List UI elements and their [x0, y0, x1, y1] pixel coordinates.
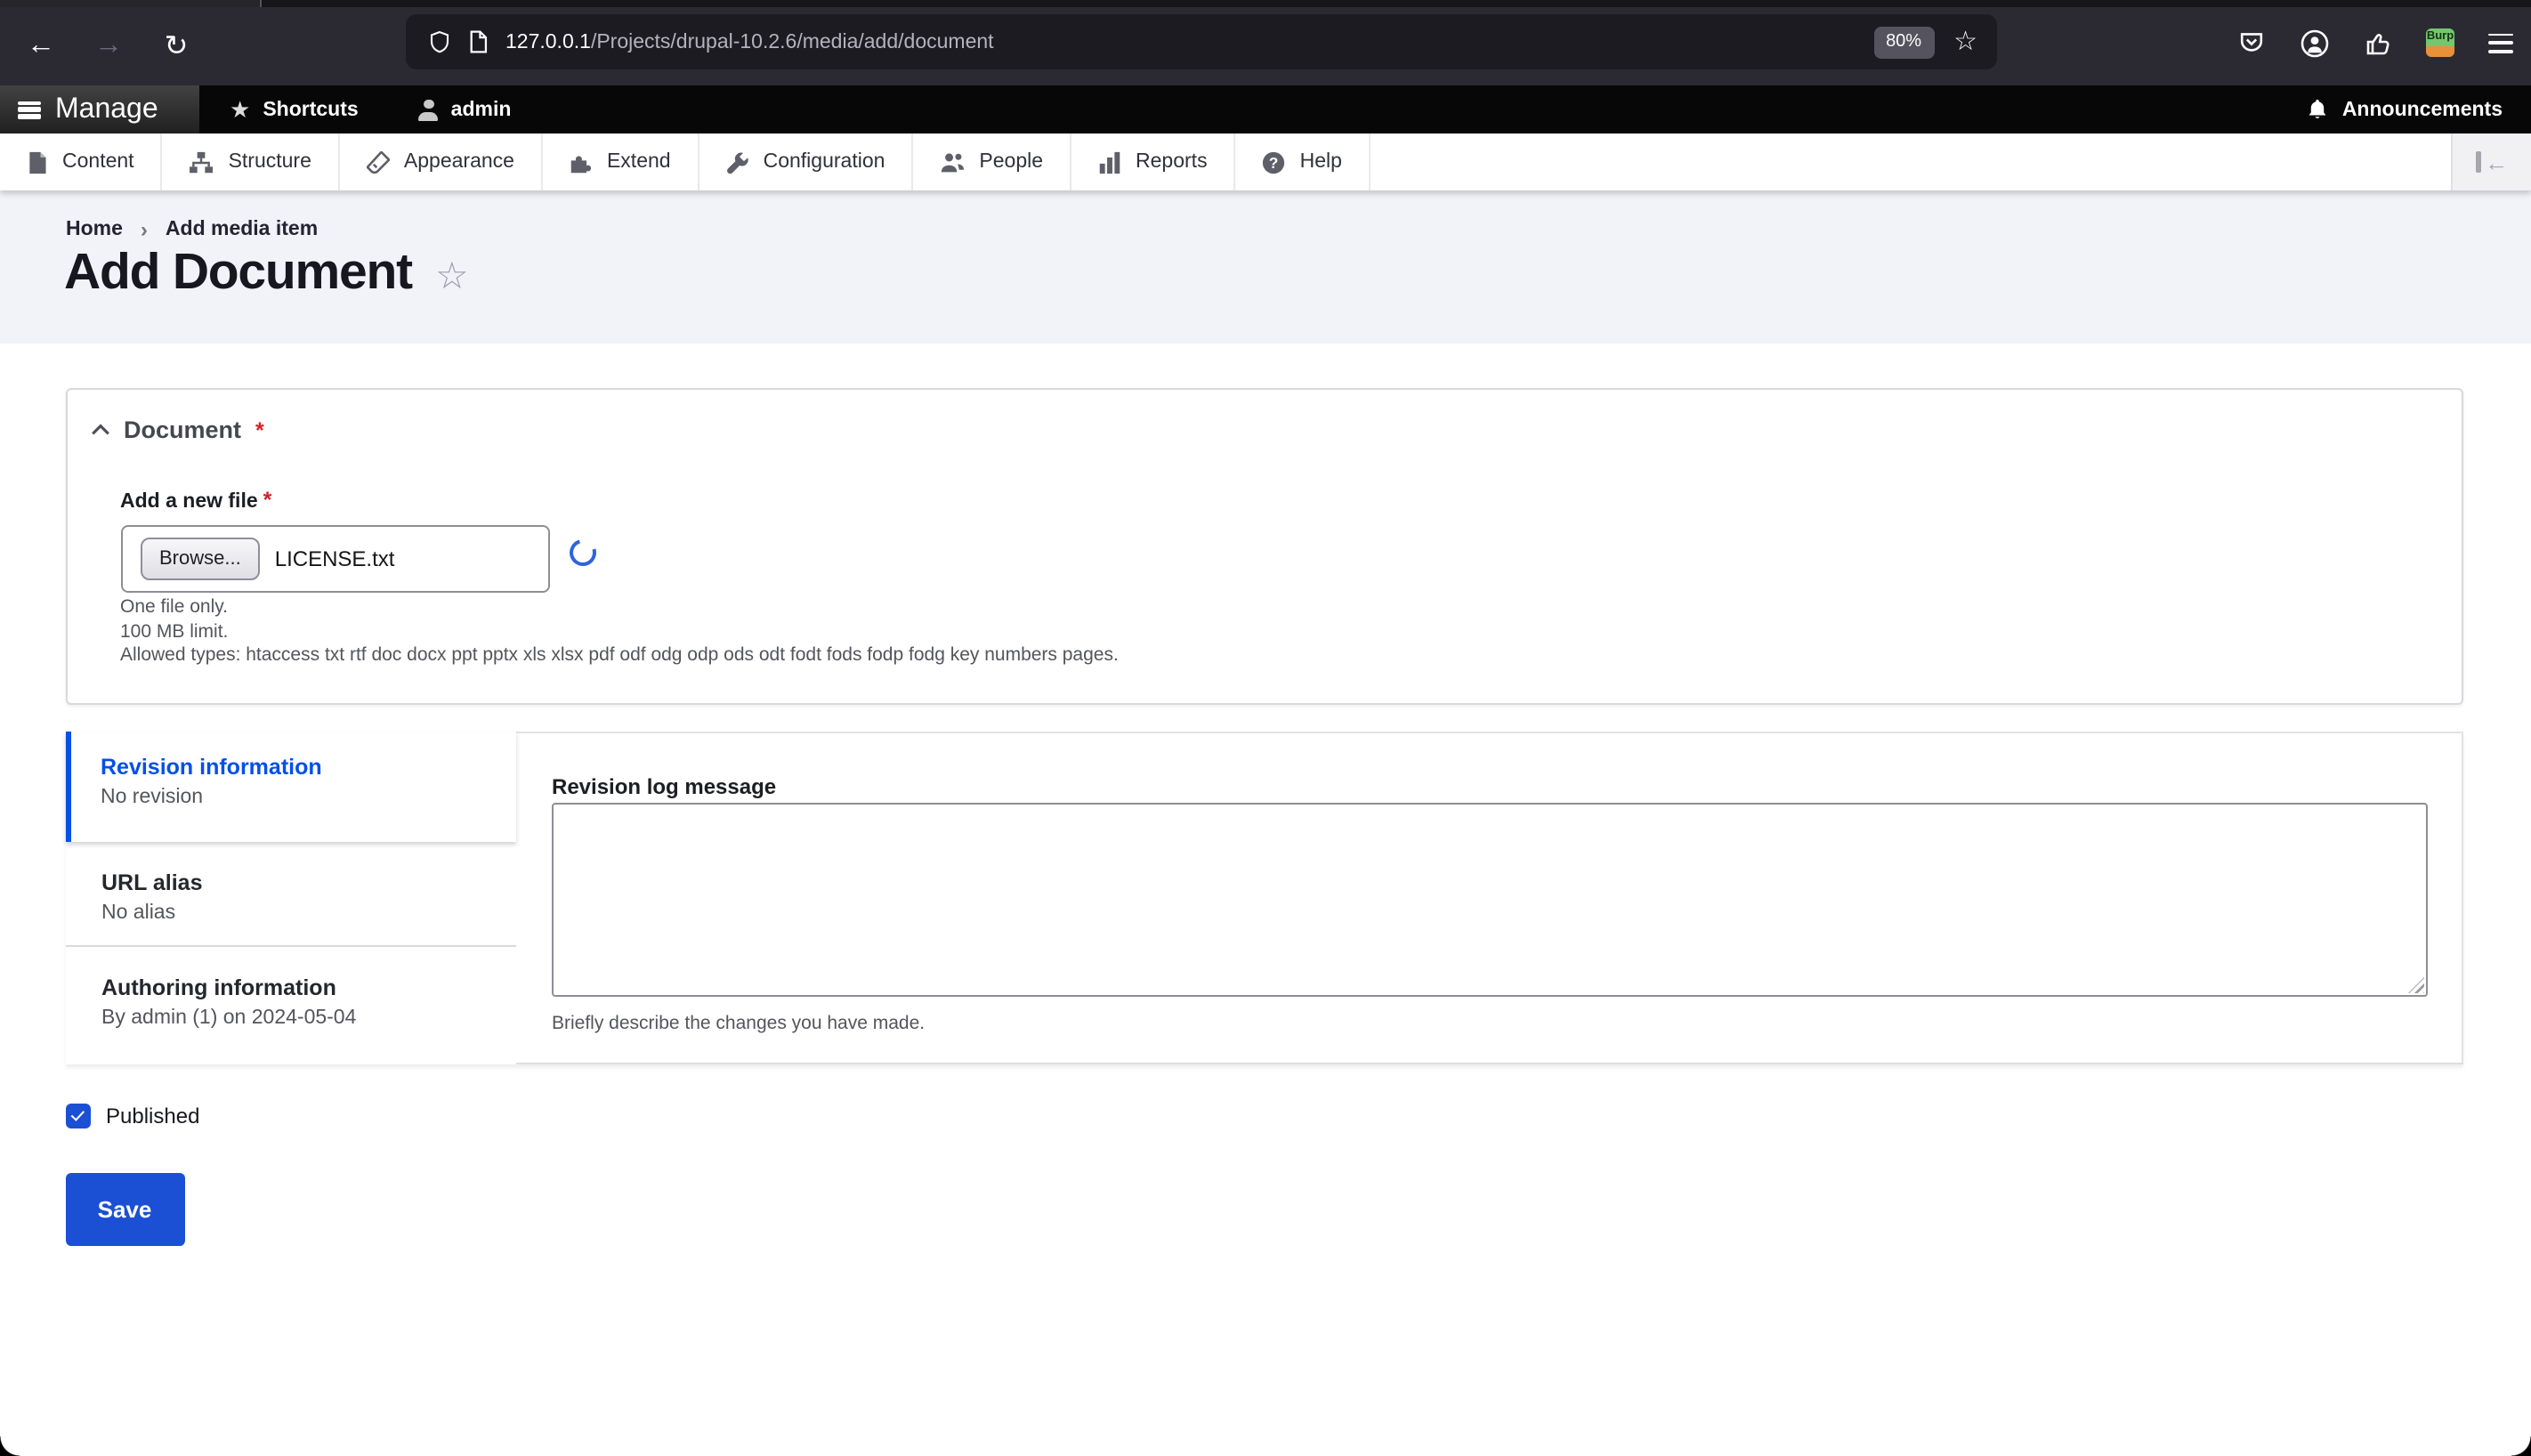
pocket-icon[interactable] — [2237, 28, 2266, 57]
admin-menu-bar: Content Structure Appearance Extend Conf… — [0, 133, 2531, 190]
extension-icon[interactable] — [2364, 28, 2392, 57]
menu-item-reports[interactable]: Reports — [1071, 133, 1236, 190]
bell-icon — [2309, 99, 2326, 118]
tab-revision-information[interactable]: Revision information No revision — [65, 732, 516, 842]
content-icon — [29, 150, 46, 174]
bookmark-star-icon[interactable]: ☆ — [1953, 28, 1977, 55]
save-button[interactable]: Save — [65, 1173, 184, 1246]
revision-pane: Revision log message Briefly describe th… — [516, 732, 2463, 1063]
menu-item-extend[interactable]: Extend — [543, 133, 699, 190]
help-icon: ? — [1263, 150, 1285, 174]
menu-item-help[interactable]: ? Help — [1236, 133, 1371, 190]
document-fieldset: Document * Add a new file * Browse... LIC… — [65, 388, 2462, 705]
back-icon: ← — [27, 30, 55, 61]
page-icon — [470, 30, 488, 53]
toolbar-item-announcements[interactable]: Announcements — [2278, 85, 2531, 133]
browser-window: ← → ↻ 127.0.0.1/Projects/drupal-10.2.6/m… — [0, 0, 2531, 1456]
published-label: Published — [106, 1104, 200, 1128]
page-header: Home › Add media item Add Document ☆ — [0, 190, 2531, 344]
file-upload-field[interactable]: Browse... LICENSE.txt — [120, 525, 549, 593]
hint-size-limit: 100 MB limit. — [120, 620, 229, 643]
revision-log-textarea[interactable] — [552, 803, 2428, 997]
reload-button[interactable]: ↻ — [150, 20, 203, 73]
tab-summary: No revision — [101, 787, 204, 808]
manage-label: Manage — [55, 93, 158, 124]
screenshot: ← → ↻ 127.0.0.1/Projects/drupal-10.2.6/m… — [0, 0, 2531, 1456]
menu-icon[interactable] — [2488, 33, 2513, 53]
menu-item-content[interactable]: Content — [0, 133, 163, 190]
extend-icon — [570, 155, 592, 173]
active-tab-edge — [0, 0, 262, 7]
url-bar[interactable]: 127.0.0.1/Projects/drupal-10.2.6/media/a… — [406, 14, 1997, 69]
browser-toolbar: ← → ↻ 127.0.0.1/Projects/drupal-10.2.6/m… — [0, 0, 2531, 85]
toolbar-orientation-toggle[interactable]: ← — [2451, 133, 2531, 190]
page-title: Add Document — [64, 244, 413, 301]
reports-icon — [1099, 150, 1120, 174]
svg-text:?: ? — [1269, 153, 1279, 171]
revision-log-description: Briefly describe the changes you have ma… — [552, 1013, 926, 1034]
breadcrumb: Home › Add media item — [66, 217, 318, 242]
tab-url-alias[interactable]: URL alias No alias — [65, 843, 516, 946]
revision-log-label: Revision log message — [552, 774, 777, 799]
breadcrumb-current: Add media item — [165, 219, 319, 240]
file-field-description: One file only. 100 MB limit. Allowed typ… — [120, 596, 1119, 669]
breadcrumb-chevron-icon: › — [140, 217, 148, 242]
menu-item-appearance[interactable]: Appearance — [340, 133, 543, 190]
toggle-bar-icon — [2476, 151, 2481, 173]
url-host: 127.0.0.1 — [505, 31, 591, 53]
toolbar-item-shortcuts[interactable]: ★ Shortcuts — [199, 85, 389, 133]
structure-icon — [190, 150, 214, 173]
window-corner — [2511, 1436, 2531, 1456]
check-icon — [70, 1106, 85, 1120]
user-icon — [418, 99, 439, 120]
window-corner — [0, 1436, 20, 1456]
breadcrumb-home-link[interactable]: Home — [66, 219, 123, 240]
shortcuts-star-icon: ★ — [230, 96, 251, 123]
drupal-admin-bar: Manage ★ Shortcuts admin Announcements — [0, 85, 2531, 133]
menu-item-people[interactable]: People — [913, 133, 1072, 190]
file-field-label: Add a new file * — [120, 488, 272, 513]
menu-item-configuration[interactable]: Configuration — [699, 133, 914, 190]
browse-button[interactable]: Browse... — [140, 538, 261, 580]
vertical-tabs: Revision log message Briefly describe th… — [65, 732, 2463, 1064]
burp-extension-icon[interactable]: Burp — [2426, 28, 2454, 57]
ajax-spinner-icon — [563, 534, 601, 571]
tab-summary: By admin (1) on 2024-05-04 — [101, 1007, 357, 1028]
selected-file-name: LICENSE.txt — [274, 546, 395, 571]
toolbar-item-user[interactable]: admin — [389, 85, 542, 133]
tab-summary: No alias — [101, 902, 176, 923]
reload-icon: ↻ — [164, 32, 189, 62]
published-field: Published — [66, 1104, 199, 1128]
forward-button[interactable]: → — [82, 20, 135, 73]
account-icon[interactable] — [2300, 28, 2330, 58]
forward-icon: → — [94, 30, 123, 61]
required-mark: * — [255, 417, 264, 442]
manage-menu-icon — [18, 101, 41, 118]
configuration-icon — [726, 151, 748, 174]
menu-item-structure[interactable]: Structure — [163, 133, 340, 190]
favorite-star-icon[interactable]: ☆ — [435, 251, 469, 295]
hint-one-file: One file only. — [120, 596, 229, 618]
zoom-level-badge[interactable]: 80% — [1873, 26, 1935, 58]
published-checkbox[interactable] — [66, 1104, 90, 1128]
people-icon — [942, 152, 965, 172]
hint-allowed-types: Allowed types: htaccess txt rtf doc docx… — [120, 644, 1119, 667]
tab-strip — [0, 0, 2531, 7]
chevron-up-icon — [91, 424, 109, 435]
toggle-arrow-icon: ← — [2485, 149, 2508, 175]
tab-authoring-information[interactable]: Authoring information By admin (1) on 20… — [65, 948, 516, 1064]
required-mark: * — [263, 488, 272, 513]
toolbar-item-manage[interactable]: Manage — [0, 85, 199, 133]
appearance-icon — [366, 150, 390, 174]
url-path: /Projects/drupal-10.2.6/media/add/docume… — [590, 31, 994, 53]
url-text: 127.0.0.1/Projects/drupal-10.2.6/media/a… — [505, 31, 994, 53]
document-legend[interactable]: Document * — [90, 417, 264, 443]
shield-icon — [430, 30, 449, 53]
back-button[interactable]: ← — [14, 20, 68, 73]
